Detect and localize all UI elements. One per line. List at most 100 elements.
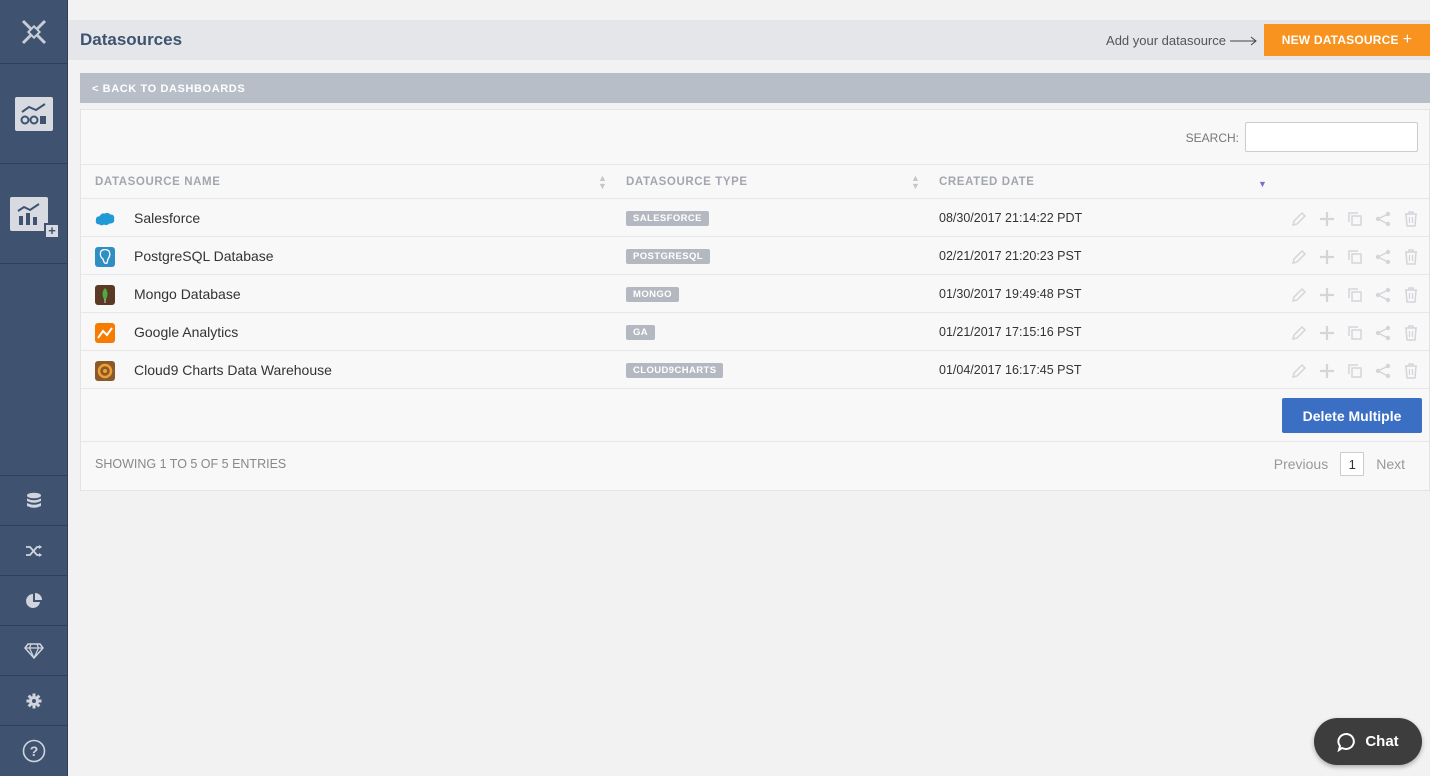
datasource-name[interactable]: Mongo Database [134, 286, 241, 302]
duplicate-icon[interactable] [1346, 286, 1364, 304]
duplicate-icon[interactable] [1346, 362, 1364, 380]
sidebar-reports[interactable] [0, 575, 68, 625]
share-icon[interactable] [1374, 362, 1392, 380]
created-date: 02/21/2017 21:20:23 PST [939, 249, 1082, 263]
back-to-dashboards-link[interactable]: < BACK TO DASHBOARDS [80, 73, 1430, 103]
type-badge: MONGO [626, 287, 679, 302]
add-icon[interactable] [1318, 210, 1336, 228]
sort-desc-icon[interactable]: ▼ [1258, 179, 1267, 189]
gear-icon [26, 693, 42, 708]
sort-icon[interactable]: ▲ ▼ [911, 174, 920, 191]
postgresql-icon [95, 247, 115, 267]
plus-icon: + [44, 222, 60, 239]
chat-label: Chat [1365, 733, 1399, 750]
row-actions [1290, 286, 1420, 304]
datasource-name[interactable]: Salesforce [134, 210, 200, 226]
table-row: Salesforce SALESFORCE 08/30/2017 21:14:2… [81, 199, 1429, 237]
edit-icon[interactable] [1290, 286, 1308, 304]
page-number-button[interactable]: 1 [1340, 452, 1365, 476]
table-row: Mongo Database MONGO 01/30/2017 19:49:48… [81, 275, 1429, 313]
table-row: Google Analytics GA 01/21/2017 17:15:16 … [81, 313, 1429, 351]
add-icon[interactable] [1318, 286, 1336, 304]
sidebar-settings[interactable] [0, 675, 68, 725]
chat-button[interactable]: Chat [1314, 718, 1422, 765]
sidebar-datasources[interactable] [0, 475, 68, 525]
sidebar-workflows[interactable] [0, 525, 68, 575]
cloud9charts-icon [95, 361, 115, 381]
search-input[interactable] [1245, 122, 1418, 152]
app-logo[interactable] [0, 0, 68, 64]
delete-multiple-button[interactable]: Delete Multiple [1282, 398, 1422, 433]
share-icon[interactable] [1374, 248, 1392, 266]
edit-icon[interactable] [1290, 210, 1308, 228]
add-icon[interactable] [1318, 248, 1336, 266]
add-datasource-hint: Add your datasource [1106, 33, 1258, 48]
entries-count: SHOWING 1 TO 5 OF 5 ENTRIES [95, 457, 287, 471]
datasource-name[interactable]: PostgreSQL Database [134, 248, 274, 264]
type-badge: POSTGRESQL [626, 249, 710, 264]
duplicate-icon[interactable] [1346, 324, 1364, 342]
edit-icon[interactable] [1290, 362, 1308, 380]
add-icon[interactable] [1318, 324, 1336, 342]
datasources-table: DATASOURCE NAME ▲ ▼ DATASOURCE TYPE ▲ ▼ CR… [81, 164, 1429, 389]
created-date: 08/30/2017 21:14:22 PDT [939, 211, 1083, 225]
share-icon[interactable] [1374, 286, 1392, 304]
delete-icon[interactable] [1402, 248, 1420, 266]
sidebar-premium[interactable] [0, 625, 68, 675]
datasource-name[interactable]: Cloud9 Charts Data Warehouse [134, 362, 332, 378]
column-header-name[interactable]: DATASOURCE NAME [95, 176, 221, 188]
row-actions [1290, 210, 1420, 228]
type-badge: GA [626, 325, 656, 340]
add-chart-icon: + [10, 196, 60, 239]
table-header: DATASOURCE NAME ▲ ▼ DATASOURCE TYPE ▲ ▼ CR… [81, 164, 1429, 199]
previous-page-button[interactable]: Previous [1274, 456, 1328, 472]
add-icon[interactable] [1318, 362, 1336, 380]
shuffle-icon [26, 544, 42, 557]
created-date: 01/30/2017 19:49:48 PST [939, 287, 1082, 301]
pie-chart-icon [26, 592, 42, 608]
add-hint-text: Add your datasource [1106, 33, 1226, 48]
sidebar-add-dashboard[interactable]: + [0, 164, 68, 264]
help-icon: ? [22, 739, 46, 762]
sidebar-help[interactable]: ? [0, 725, 68, 775]
duplicate-icon[interactable] [1346, 210, 1364, 228]
column-header-date[interactable]: CREATED DATE [939, 176, 1035, 188]
pagination: Previous 1 Next [1274, 452, 1405, 476]
table-row: PostgreSQL Database POSTGRESQL 02/21/201… [81, 237, 1429, 275]
share-icon[interactable] [1374, 210, 1392, 228]
delete-icon[interactable] [1402, 362, 1420, 380]
delete-icon[interactable] [1402, 210, 1420, 228]
created-date: 01/21/2017 17:15:16 PST [939, 325, 1082, 339]
google-analytics-icon [95, 323, 115, 343]
row-actions [1290, 248, 1420, 266]
datasource-name[interactable]: Google Analytics [134, 324, 238, 340]
row-actions [1290, 324, 1420, 342]
duplicate-icon[interactable] [1346, 248, 1364, 266]
table-row: Cloud9 Charts Data Warehouse CLOUD9CHART… [81, 351, 1429, 389]
plus-icon: + [1402, 31, 1413, 48]
type-badge: SALESFORCE [626, 211, 709, 226]
column-header-type[interactable]: DATASOURCE TYPE [626, 176, 748, 188]
chat-bubble-icon [1337, 732, 1356, 752]
new-datasource-label: NEW DATASOURCE [1281, 33, 1399, 47]
next-page-button[interactable]: Next [1376, 456, 1405, 472]
sidebar-dashboards[interactable] [0, 64, 68, 164]
created-date: 01/04/2017 16:17:45 PST [939, 363, 1082, 377]
page-header: Datasources Add your datasource NEW DATA… [68, 20, 1430, 60]
sidebar: + ? [0, 0, 68, 776]
new-datasource-button[interactable]: NEW DATASOURCE + [1264, 24, 1430, 56]
share-icon[interactable] [1374, 324, 1392, 342]
dashboard-chart-icon [15, 96, 53, 131]
delete-icon[interactable] [1402, 286, 1420, 304]
sort-icon[interactable]: ▲ ▼ [598, 174, 607, 191]
salesforce-icon [95, 209, 115, 229]
delete-icon[interactable] [1402, 324, 1420, 342]
datasources-panel: SEARCH: DATASOURCE NAME ▲ ▼ DATASOURCE TY… [80, 109, 1430, 491]
row-actions [1290, 362, 1420, 380]
logo-icon [21, 19, 47, 44]
edit-icon[interactable] [1290, 248, 1308, 266]
arrow-right-icon [1230, 36, 1257, 45]
mongo-icon [95, 285, 115, 305]
type-badge: CLOUD9CHARTS [626, 363, 724, 378]
edit-icon[interactable] [1290, 324, 1308, 342]
